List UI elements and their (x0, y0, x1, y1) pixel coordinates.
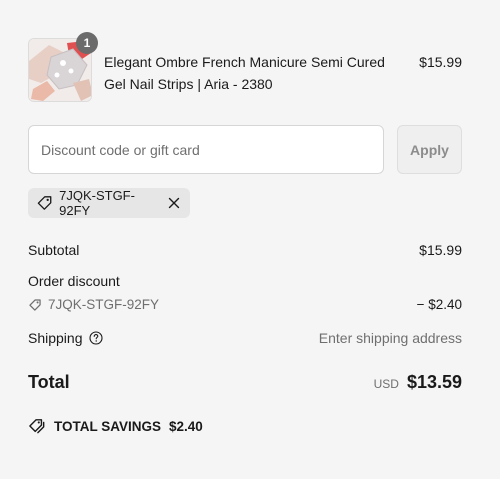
discount-value: − $2.40 (416, 297, 462, 312)
currency-code: USD (373, 377, 399, 391)
order-discount-label: Order discount (28, 273, 120, 289)
shipping-row: Shipping Enter shipping address (28, 329, 462, 347)
shipping-value: Enter shipping address (318, 330, 462, 346)
applied-discount-code: 7JQK-STGF-92FY (59, 188, 135, 218)
savings-value: $2.40 (169, 418, 203, 434)
savings-tag-icon (29, 419, 45, 434)
discount-form: Apply (28, 125, 462, 174)
quantity-badge: 1 (76, 32, 98, 54)
product-name: Elegant Ombre French Manicure Semi Cured… (104, 54, 385, 92)
applied-discount-chip: 7JQK-STGF-92FY (28, 188, 190, 218)
total-row: Total USD $13.59 (28, 372, 462, 393)
subtotal-value: $15.99 (419, 242, 462, 258)
savings-label: TOTAL SAVINGS (54, 418, 162, 434)
remove-discount-button[interactable] (167, 195, 182, 211)
tag-icon (37, 196, 52, 210)
question-circle-icon[interactable] (88, 331, 103, 345)
subtotal-label: Subtotal (28, 242, 80, 258)
discount-code-label: 7JQK-STGF-92FY (48, 297, 160, 312)
shipping-label: Shipping (28, 330, 83, 346)
total-amount: $13.59 (406, 372, 462, 392)
subtotal-row: Subtotal $15.99 (28, 241, 462, 259)
discount-code-row: 7JQK-STGF-92FY − $2.40 (28, 297, 462, 312)
tag-icon (29, 298, 41, 311)
close-icon (169, 197, 180, 209)
total-savings: TOTAL SAVINGS $2.40 (28, 418, 203, 434)
total-label: Total (28, 372, 70, 392)
order-discount-row: Order discount (28, 272, 462, 290)
discount-code-input[interactable] (28, 125, 384, 174)
line-item: 1 Elegant Ombre French Manicure Semi Cur… (28, 32, 462, 102)
apply-button[interactable]: Apply (397, 125, 462, 174)
product-price: $15.99 (419, 54, 462, 70)
